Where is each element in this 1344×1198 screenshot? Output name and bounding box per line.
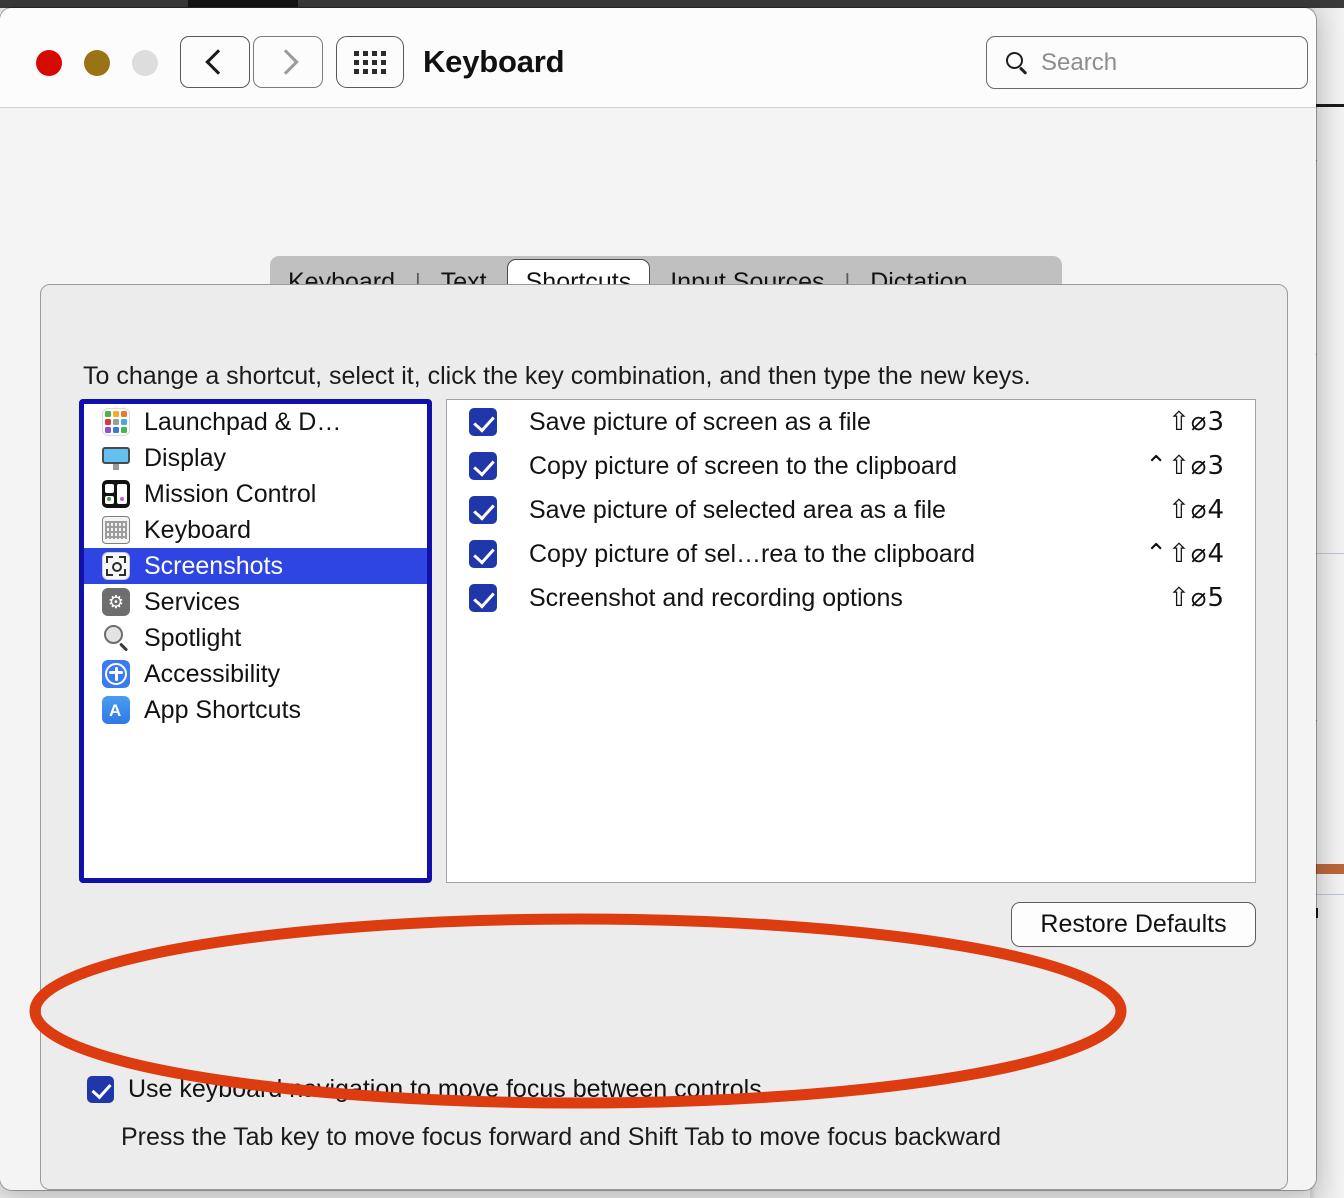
shortcut-keys[interactable]: ⇧⌀3 [1168,407,1225,437]
shortcut-enabled-checkbox[interactable] [469,452,497,480]
shortcut-keys[interactable]: ⌃⇧⌀3 [1145,451,1225,481]
keyboard-navigation-help-text: Press the Tab key to move focus forward … [121,1123,1002,1151]
search-input[interactable]: Search [986,36,1308,89]
app-shortcuts-icon: A [102,696,130,724]
forward-button[interactable] [253,36,323,88]
launchpad-icon [102,408,130,436]
shortcut-enabled-checkbox[interactable] [469,540,497,568]
instructions-text: To change a shortcut, select it, click t… [83,362,1031,390]
shortcut-list[interactable]: Save picture of screen as a file ⇧⌀3 Cop… [446,399,1256,883]
preferences-content: Keyboard | Text Shortcuts Input Sources … [0,108,1316,1190]
shortcut-enabled-checkbox[interactable] [469,408,497,436]
screenshots-icon [102,552,130,580]
shortcuts-pane: To change a shortcut, select it, click t… [40,284,1288,1190]
sidebar-item-screenshots[interactable]: Screenshots [84,548,427,584]
keyboard-icon [102,516,130,544]
sidebar-item-display[interactable]: Display [84,440,427,476]
window-titlebar: Keyboard Search [0,8,1316,108]
sidebar-item-services[interactable]: ⚙ Services [84,584,427,620]
keyboard-navigation-label: Use keyboard navigation to move focus be… [128,1075,762,1103]
back-button[interactable] [180,36,250,88]
minimize-window-button[interactable] [84,50,110,76]
shortcut-enabled-checkbox[interactable] [469,496,497,524]
menu-bar-strip-dark [188,0,298,7]
table-row[interactable]: Screenshot and recording options ⇧⌀5 [447,576,1255,620]
sidebar-item-label: Mission Control [144,479,317,508]
table-row[interactable]: Save picture of selected area as a file … [447,488,1255,532]
system-preferences-window: Keyboard Search Keyboard | Text Shortcut… [0,8,1316,1190]
shortcut-category-list[interactable]: Launchpad & D… Display Mission Control K… [79,399,432,883]
close-window-button[interactable] [36,50,62,76]
shortcut-keys[interactable]: ⇧⌀4 [1168,495,1225,525]
services-gear-icon: ⚙ [102,588,130,616]
sidebar-item-label: Launchpad & D… [144,407,342,436]
display-icon [102,444,130,472]
shortcut-label: Save picture of selected area as a file [529,495,946,524]
chevron-right-icon [272,49,299,75]
search-icon [1005,51,1029,75]
sidebar-item-label: Display [144,443,226,472]
keyboard-navigation-row[interactable]: Use keyboard navigation to move focus be… [87,1075,762,1104]
table-row[interactable]: Copy picture of sel…rea to the clipboard… [447,532,1255,576]
mission-control-icon [102,480,130,508]
page-title: Keyboard [423,44,565,79]
traffic-lights [36,50,158,76]
sidebar-item-label: Spotlight [144,623,242,652]
keyboard-navigation-checkbox[interactable] [87,1076,114,1103]
table-row[interactable]: Save picture of screen as a file ⇧⌀3 [447,400,1255,444]
sidebar-item-keyboard[interactable]: Keyboard [84,512,427,548]
shortcut-label: Screenshot and recording options [529,583,903,612]
grid-apps-icon [354,50,386,74]
shortcut-label: Save picture of screen as a file [529,407,871,436]
sidebar-item-label: App Shortcuts [144,695,302,724]
shortcut-keys[interactable]: ⇧⌀5 [1168,583,1225,613]
sidebar-item-mission-control[interactable]: Mission Control [84,476,427,512]
sidebar-item-label: Screenshots [144,551,283,580]
sidebar-item-spotlight[interactable]: Spotlight [84,620,427,656]
spotlight-magnifier-icon [102,624,130,652]
search-placeholder: Search [1041,48,1118,76]
zoom-window-button[interactable] [132,50,158,76]
table-row[interactable]: Copy picture of screen to the clipboard … [447,444,1255,488]
sidebar-item-label: Services [144,587,240,616]
shortcut-label: Copy picture of screen to the clipboard [529,451,958,480]
show-all-preferences-button[interactable] [336,36,404,88]
shortcut-enabled-checkbox[interactable] [469,584,497,612]
sidebar-item-label: Accessibility [144,659,281,688]
sidebar-item-launchpad[interactable]: Launchpad & D… [84,404,427,440]
shortcut-label: Copy picture of sel…rea to the clipboard [529,539,976,568]
sidebar-item-label: Keyboard [144,515,252,544]
restore-defaults-button[interactable]: Restore Defaults [1011,902,1256,947]
sidebar-item-app-shortcuts[interactable]: A App Shortcuts [84,692,427,728]
shortcut-keys[interactable]: ⌃⇧⌀4 [1145,539,1225,569]
accessibility-icon [102,660,130,688]
sidebar-item-accessibility[interactable]: Accessibility [84,656,427,692]
chevron-left-icon [204,49,231,75]
